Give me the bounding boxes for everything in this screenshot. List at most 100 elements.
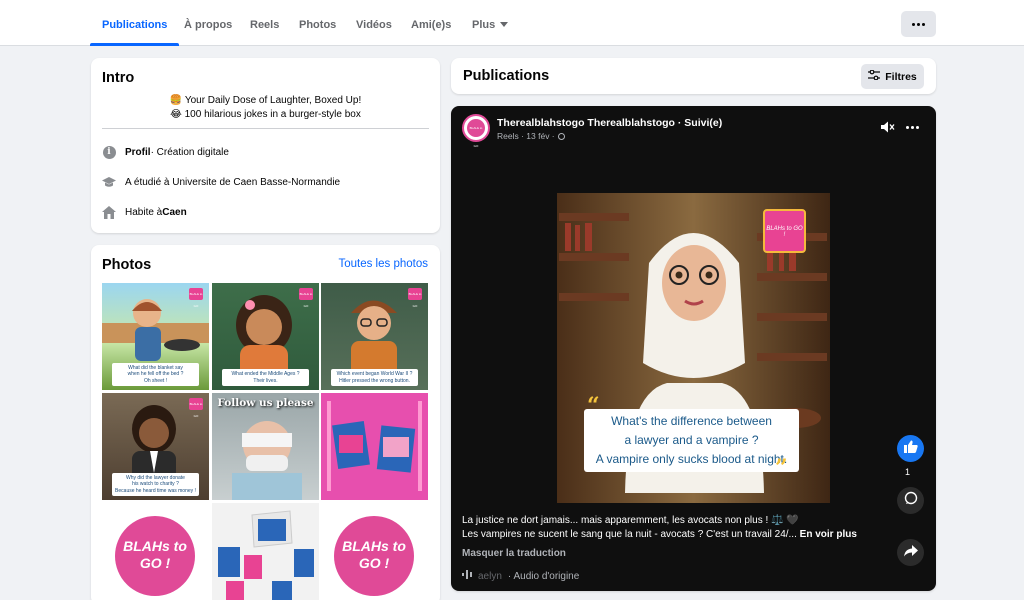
intro-bio-line2: 😂 100 hilarious jokes in a burger-style … xyxy=(170,109,361,120)
post-text-line2-content: Les vampires ne sucent le sang que la nu… xyxy=(462,529,800,540)
post-options-icon[interactable] xyxy=(906,126,919,129)
photo-caption: What ended the Middle Ages ? Their lives. xyxy=(222,369,309,386)
photo-tile[interactable]: BLAHs to GO Why did the lawyer donate his… xyxy=(102,393,209,500)
like-button[interactable] xyxy=(897,435,924,462)
photo-tile[interactable]: BLAHs to GO What ended the Middle Ages ?… xyxy=(212,283,319,390)
photo-caption: Why did the lawyer donate his watch to ch… xyxy=(112,472,199,496)
mute-icon[interactable] xyxy=(881,120,895,138)
reel-post: BLAHs to GO Therealblahstogo Therealblah… xyxy=(451,106,936,591)
like-count: 1 xyxy=(905,467,911,477)
photo-tile[interactable] xyxy=(212,503,319,600)
filters-button[interactable]: Filtres xyxy=(861,64,924,89)
intro-profile-row: i Profil · Création digitale xyxy=(102,145,229,159)
reel-caption: What's the difference between a lawyer a… xyxy=(584,409,799,472)
globe-icon xyxy=(557,132,565,140)
photos-title: Photos xyxy=(102,257,152,273)
brand-logo: BLAHs to GO ! xyxy=(115,516,195,596)
photo-tile[interactable]: BLAHs to GO ! xyxy=(102,503,209,600)
caption-line: Hitler pressed the wrong button. xyxy=(339,377,410,384)
intro-title: Intro xyxy=(102,70,135,86)
audio-label: · Audio d'origine xyxy=(507,570,580,582)
see-more-link[interactable]: En voir plus xyxy=(800,529,857,540)
info-icon: i xyxy=(102,145,116,159)
avatar-logo: BLAHs to GO xyxy=(467,119,485,148)
brand-logo: BLAHs to GO ! xyxy=(334,516,414,596)
photo-caption: What did the blanket say when he fell off… xyxy=(112,362,199,386)
audio-info[interactable]: aelyn · Audio d'origine xyxy=(462,570,579,582)
tab-more[interactable]: Plus xyxy=(472,0,509,46)
more-options-button[interactable] xyxy=(901,11,936,37)
home-icon xyxy=(102,205,116,219)
brand-badge: BLAHs to GO xyxy=(408,288,422,308)
tab-reels[interactable]: Reels xyxy=(250,0,279,46)
quote-close-icon: ” xyxy=(775,455,788,481)
photo-tile[interactable]: BLAHs to GO Which event began World War … xyxy=(321,283,428,390)
graduation-cap-icon xyxy=(102,175,116,189)
like-icon xyxy=(903,440,918,458)
post-text: La justice ne dort jamais... mais appare… xyxy=(462,514,892,542)
brand-badge: BLAHs to GO xyxy=(299,288,313,308)
comment-button[interactable] xyxy=(897,487,924,514)
caption-line: What ended the Middle Ages ? xyxy=(231,371,300,377)
follow-us-overlay: Follow us please xyxy=(217,397,314,409)
caption-line: Which event began World War II ? xyxy=(336,371,413,377)
share-button[interactable] xyxy=(897,539,924,566)
lives-city-link[interactable]: Caen xyxy=(162,207,186,218)
post-meta-text: Reels · 13 fév · xyxy=(497,131,555,141)
more-dots-icon xyxy=(912,22,915,26)
caption-line: Oh sheet ! xyxy=(143,377,168,384)
tab-friends[interactable]: Ami(e)s xyxy=(411,0,451,46)
intro-divider xyxy=(102,128,429,129)
lives-prefix: Habite à xyxy=(125,206,163,218)
profile-label: Profil xyxy=(125,146,151,158)
profile-tab-bar: Publications À propos Reels Photos Vidéo… xyxy=(0,0,1024,46)
brand-badge: BLAHs to GO xyxy=(189,398,203,418)
tab-more-label: Plus xyxy=(472,19,496,31)
comment-icon xyxy=(904,491,918,510)
intro-education-row: A étudié à Universite de Caen Basse-Norm… xyxy=(102,175,340,189)
brand-badge: BLAHs to GO xyxy=(189,288,203,308)
photo-tile[interactable] xyxy=(321,393,428,500)
caption-line: Because he heard time was money ! xyxy=(115,487,196,494)
intro-bio-line1: 🍔 Your Daily Dose of Laughter, Boxed Up! xyxy=(169,95,362,106)
post-text-line1: La justice ne dort jamais... mais appare… xyxy=(462,515,799,526)
tab-videos[interactable]: Vidéos xyxy=(356,0,392,46)
audio-icon xyxy=(462,570,472,582)
audio-user: aelyn xyxy=(478,570,502,582)
photo-tile[interactable]: Follow us please xyxy=(212,393,319,500)
see-all-photos-link[interactable]: Toutes les photos xyxy=(338,258,428,270)
publications-header: Publications Filtres xyxy=(451,58,936,94)
post-dot xyxy=(916,126,919,129)
reel-caption-line3: A vampire only sucks blood at night. xyxy=(595,452,788,466)
intro-card: Intro 🍔 Your Daily Dose of Laughter, Box… xyxy=(91,58,440,233)
post-meta: Reels · 13 fév · xyxy=(497,131,565,141)
more-dot xyxy=(922,22,925,26)
tab-photos[interactable]: Photos xyxy=(299,0,336,46)
filters-label: Filtres xyxy=(885,70,917,83)
post-dot xyxy=(911,126,914,129)
author-avatar[interactable]: BLAHs to GO xyxy=(462,114,490,148)
caption-line: Their lives. xyxy=(253,377,278,384)
photo-tile[interactable]: BLAHs to GO What did the blanket say when… xyxy=(102,283,209,390)
share-icon xyxy=(903,544,918,562)
intro-lives-row: Habite à Caen xyxy=(102,205,187,219)
photo-tile[interactable]: BLAHs to GO ! xyxy=(321,503,428,600)
tab-publications[interactable]: Publications xyxy=(89,0,180,46)
reel-brand-badge: BLAHs to GO ! xyxy=(763,209,806,253)
post-dot xyxy=(906,126,909,129)
education-text: A étudié à Universite de Caen Basse-Norm… xyxy=(125,176,341,188)
filter-icon xyxy=(868,69,881,83)
publications-title: Publications xyxy=(463,68,550,84)
post-text-line2: Les vampires ne sucent le sang que la nu… xyxy=(462,528,892,542)
tab-about[interactable]: À propos xyxy=(184,0,232,46)
reel-caption-line2: a lawyer and a vampire ? xyxy=(624,433,759,447)
hide-translation-link[interactable]: Masquer la traduction xyxy=(462,548,566,559)
reel-caption-line1: What's the difference between xyxy=(611,414,772,428)
post-author[interactable]: Therealblahstogo Therealblahstogo · Suiv… xyxy=(497,117,722,129)
reel-video[interactable]: BLAHs to GO ! “ What's the difference be… xyxy=(557,193,830,503)
photo-caption: Which event began World War II ? Hitler p… xyxy=(331,369,418,386)
more-dot xyxy=(917,22,920,26)
profile-value: · Création digitale xyxy=(150,146,229,158)
photos-card: Photos Toutes les photos BLAHs to GO Wha… xyxy=(91,245,440,600)
caret-down-icon xyxy=(500,22,509,27)
